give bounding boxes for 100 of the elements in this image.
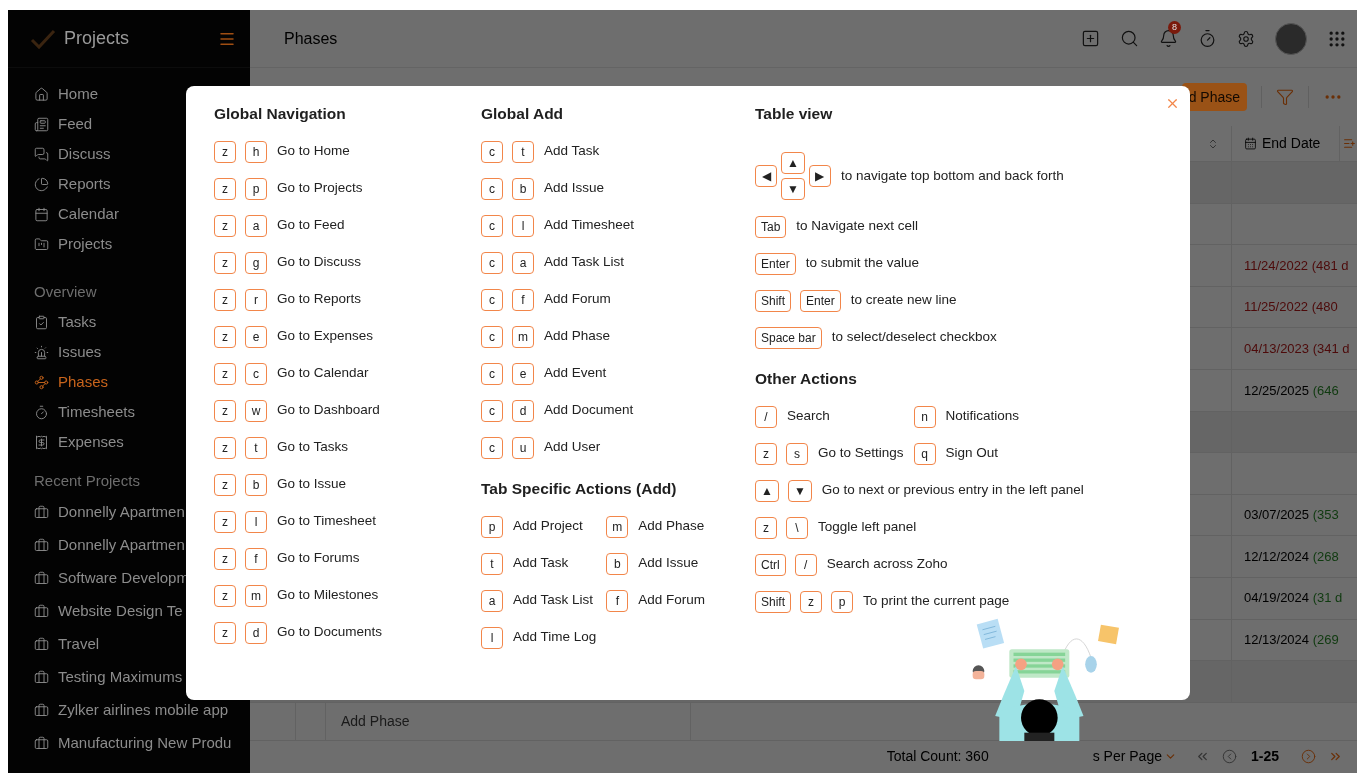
key-cap: z (214, 214, 236, 237)
briefcase-icon (34, 571, 49, 586)
key-cap: c (245, 362, 267, 385)
key-cap: m (245, 584, 267, 607)
column-header[interactable]: End Date (1232, 126, 1340, 161)
sidebar-item[interactable]: Expenses (8, 427, 124, 457)
sidebar-item[interactable]: Feed (8, 109, 93, 139)
check-logo-icon (30, 27, 56, 50)
shortcut-label: to select/deselect checkbox (831, 328, 997, 347)
shortcut-label: Add Forum (638, 591, 706, 610)
key-cap: q (913, 442, 936, 465)
end-date-cell-text: 04/13/2023 (341 d (1244, 339, 1350, 358)
settings-icon[interactable] (1237, 29, 1255, 48)
records-per-page-dropdown[interactable]: s Per Page (1092, 746, 1177, 768)
next-page-icon[interactable] (1301, 749, 1316, 765)
recent-project-item[interactable]: Software Developm (8, 562, 189, 595)
shortcut-label: Add Task (544, 142, 600, 161)
sidebar-item[interactable]: Issues (8, 337, 102, 367)
key-cap: ▼ (787, 479, 812, 502)
shortcut-label: Go to Projects (277, 179, 363, 198)
shortcut-label: Go to Tasks (277, 438, 349, 457)
sidebar-item[interactable]: Home (8, 79, 98, 109)
key-cap: z (214, 399, 236, 422)
shortcut-label: Go to Dashboard (277, 401, 380, 420)
key-cap: z (214, 362, 236, 385)
sidebar-item[interactable]: Discuss (8, 139, 111, 169)
recent-project-item[interactable]: Zylker airlines mobile app (8, 694, 229, 727)
section-heading: Tab Specific Actions (Add) (481, 479, 678, 499)
key-cap: g (245, 251, 267, 274)
newspaper-icon (34, 116, 49, 132)
end-date-cell-text: 12/25/2025 (646 (1244, 381, 1339, 400)
key-cap: Space bar (755, 326, 822, 349)
key-cap: f (606, 589, 629, 612)
key-cap: ▲ (755, 479, 779, 502)
key-cap: c (481, 214, 503, 237)
shortcut-label: Go to Discuss (277, 253, 362, 272)
close-icon[interactable] (1165, 96, 1180, 111)
key-cap: m (512, 325, 534, 348)
shortcut-label: Add Project (513, 517, 583, 536)
key-cap: \ (786, 516, 808, 539)
recent-project-item[interactable]: Testing Maximums (8, 661, 183, 694)
key-cap: c (481, 399, 503, 422)
shortcut-label: Go to Calendar (277, 364, 369, 383)
shortcut-label: to navigate top bottom and back forth (840, 166, 1064, 185)
shortcut-label: Toggle left panel (818, 518, 917, 537)
recent-project-item[interactable]: Manufacturing New Produ (8, 727, 232, 760)
key-cap: c (481, 251, 503, 274)
shortcut-label: Go to next or previous entry in the left panel (821, 481, 1084, 500)
add-icon[interactable] (1081, 29, 1100, 48)
sidebar-item[interactable]: Reports (8, 169, 111, 199)
shortcut-label: Search across Zoho (826, 555, 948, 574)
key-cap: a (481, 589, 503, 612)
recent-project-item[interactable]: Donnelly Apartmen (8, 529, 185, 562)
sidebar-item[interactable]: Timesheets (8, 397, 135, 427)
sidebar-item[interactable]: Calendar (8, 199, 119, 229)
route-icon (34, 374, 49, 390)
total-count: Total Count: 360 (886, 747, 989, 767)
chat-icon (34, 146, 49, 162)
shortcut-label: Go to Reports (277, 290, 362, 309)
key-cap: c (481, 362, 503, 385)
key-cap: n (913, 405, 936, 428)
key-cap: r (245, 288, 267, 311)
end-date-cell-text: 12/13/2024 (269 (1244, 631, 1339, 650)
recent-project-item[interactable]: Website Design Te (8, 595, 183, 628)
recent-project-item[interactable]: Travel (8, 628, 100, 661)
shortcut-label: Add Task List (544, 253, 625, 272)
key-cap: a (512, 251, 534, 274)
recent-project-item[interactable]: Donnelly Apartmen (8, 496, 185, 529)
key-cap: t (512, 140, 534, 163)
key-cap: c (481, 140, 503, 163)
sort-icon[interactable] (1207, 137, 1219, 150)
filter-icon[interactable] (1276, 88, 1294, 106)
shortcut-label: to create new line (850, 291, 957, 310)
add-phase-field[interactable]: Add Phase (326, 702, 691, 740)
key-cap: z (214, 251, 236, 274)
key-cap: ▲ (781, 152, 805, 174)
shortcut-label: Add Document (544, 401, 634, 420)
bell-icon[interactable] (1159, 29, 1178, 48)
section-heading: Recent Projects (34, 470, 140, 491)
sidebar-item[interactable]: Phases (8, 367, 109, 397)
shortcut-label: Add Forum (544, 290, 611, 309)
key-cap: ▼ (781, 178, 805, 200)
briefcase-icon (34, 736, 49, 751)
briefcase-icon (34, 538, 49, 553)
stopwatch-icon[interactable] (1198, 29, 1217, 48)
key-cap: b (512, 177, 534, 200)
section-heading: Table view (755, 104, 834, 124)
avatar[interactable] (1275, 22, 1307, 55)
key-cap: z (214, 621, 236, 644)
search-icon[interactable] (1120, 29, 1139, 48)
shortcut-label: Go to Documents (277, 623, 383, 642)
previous-page-icon[interactable] (1221, 749, 1237, 765)
key-cap: p (481, 515, 503, 538)
sidebar-item[interactable]: Projects (8, 229, 113, 259)
key-cap: e (512, 362, 534, 385)
key-cap: / (794, 553, 817, 576)
key-cap: ▶ (808, 165, 831, 187)
add-column-icon[interactable] (1343, 137, 1356, 150)
sidebar-item[interactable]: Tasks (8, 307, 97, 337)
folder-icon (34, 236, 49, 252)
